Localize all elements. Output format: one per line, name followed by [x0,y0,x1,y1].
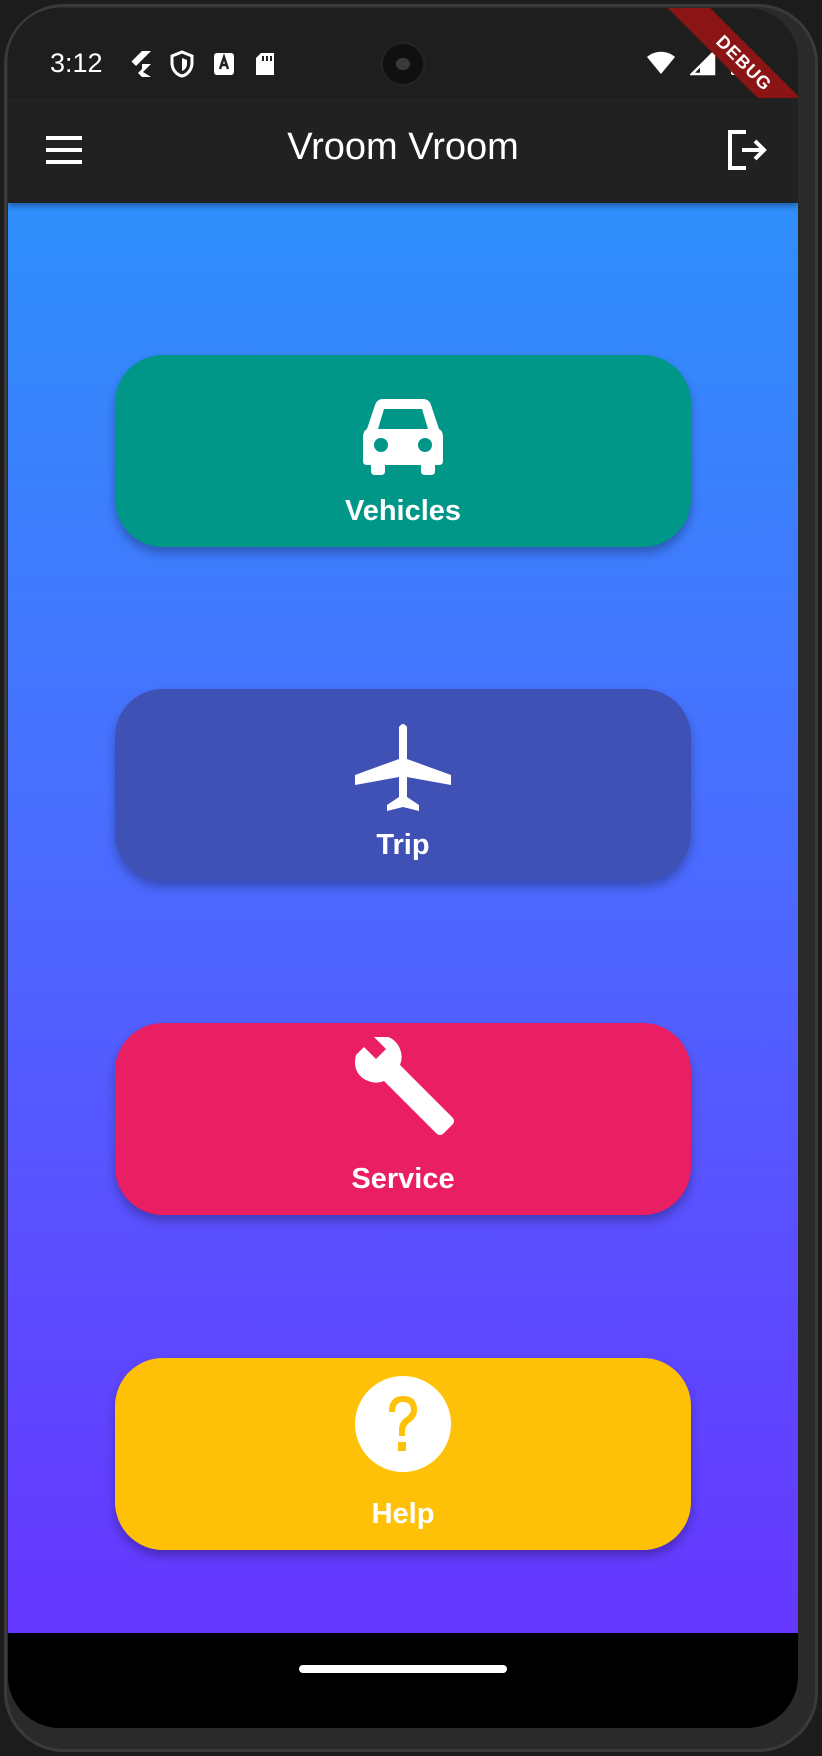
status-icons-left [128,50,276,83]
front-camera [380,41,426,87]
app-bar: Vroom Vroom [8,98,798,203]
navigation-bar [8,1633,798,1728]
help-circle-icon [355,1376,451,1472]
home-content: Vehicles Trip Service Help [8,203,798,1633]
car-icon [363,399,443,475]
service-label: Service [351,1163,455,1195]
flutter-icon [128,50,152,83]
vehicles-tile[interactable]: Vehicles [115,355,691,547]
logout-icon [728,130,767,170]
trip-label: Trip [376,829,430,861]
signal-icon [688,48,716,81]
help-label: Help [371,1498,435,1530]
wrench-icon [355,1037,454,1135]
sd-card-icon [254,51,276,82]
page-title: Vroom Vroom [287,126,519,168]
shield-icon [170,50,194,83]
service-tile[interactable]: Service [115,1023,691,1215]
airplane-icon [355,724,451,811]
wifi-icon [646,51,676,80]
vehicles-label: Vehicles [344,495,462,527]
status-time: 3:12 [50,48,103,78]
home-indicator[interactable] [299,1665,507,1673]
phone-screen: 3:12 DEBUG Vroom Vroom Vehicles Trip Ser… [8,8,798,1728]
help-tile[interactable]: Help [115,1358,691,1550]
logout-button[interactable] [720,122,776,178]
keyboard-a-icon [212,51,236,82]
trip-tile[interactable]: Trip [115,689,691,881]
phone-device: 3:12 DEBUG Vroom Vroom Vehicles Trip Ser… [0,0,822,1756]
status-bar: 3:12 DEBUG [8,8,798,145]
